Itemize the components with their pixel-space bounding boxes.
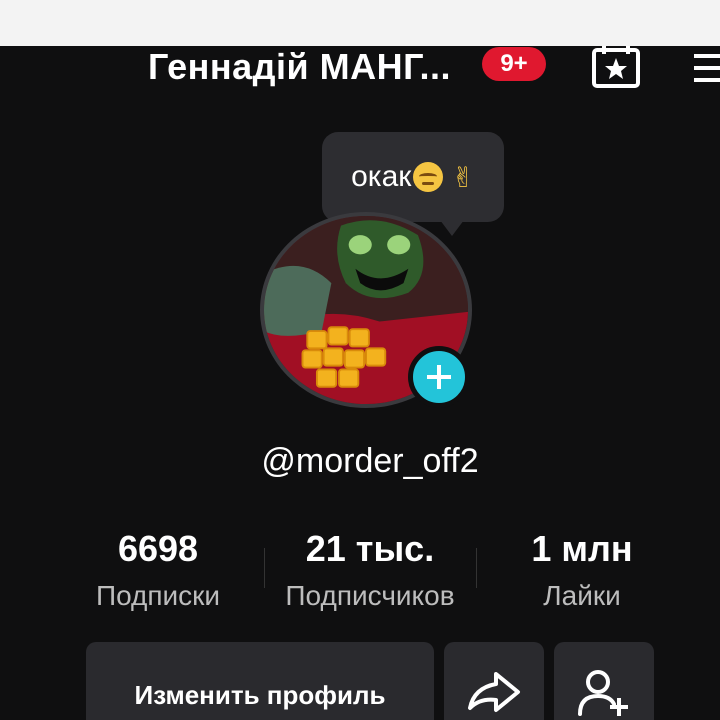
add-friend-icon [578, 670, 628, 716]
victory-hand-icon: ✌ [451, 161, 475, 193]
hamburger-menu-icon[interactable] [690, 52, 720, 84]
stat-label: Лайки [543, 580, 621, 611]
stat-label: Подписчиков [285, 580, 455, 611]
profile-name-title[interactable]: Геннадій МАНГ... [148, 46, 451, 88]
stat-divider [264, 548, 265, 588]
profile-actions: Изменить профиль [0, 642, 720, 720]
notification-badge: 9+ [482, 47, 546, 81]
share-profile-button[interactable] [444, 642, 544, 720]
stat-value: 6698 [117, 528, 199, 569]
stat-followers[interactable]: 21 тыс. Подписчиков [272, 528, 468, 612]
flushed-face-icon [413, 162, 444, 192]
share-arrow-icon [468, 672, 520, 712]
status-note-bubble[interactable]: окак ✌ [322, 132, 504, 236]
status-bar [0, 0, 720, 46]
plus-icon[interactable] [408, 346, 470, 408]
stat-divider [476, 548, 477, 588]
edit-profile-button[interactable]: Изменить профиль [86, 642, 434, 720]
edit-profile-label: Изменить профиль [134, 680, 386, 710]
stat-likes[interactable]: 1 млн Лайки [484, 528, 680, 612]
stat-following[interactable]: 6698 Подписки [60, 528, 256, 612]
status-note-text: окак [351, 160, 412, 193]
add-friend-button[interactable] [554, 642, 654, 720]
stat-value: 21 тыс. [305, 528, 435, 569]
top-bar: Геннадій МАНГ... 9+ [0, 46, 720, 96]
stat-value: 1 млн [531, 528, 633, 569]
avatar-container [260, 212, 480, 432]
stats-row: 6698 Подписки 21 тыс. Подписчиков 1 млн … [60, 528, 680, 618]
username-handle: @morder_off2 [261, 442, 479, 480]
stat-label: Подписки [95, 580, 221, 611]
star-box-icon[interactable] [590, 46, 642, 88]
